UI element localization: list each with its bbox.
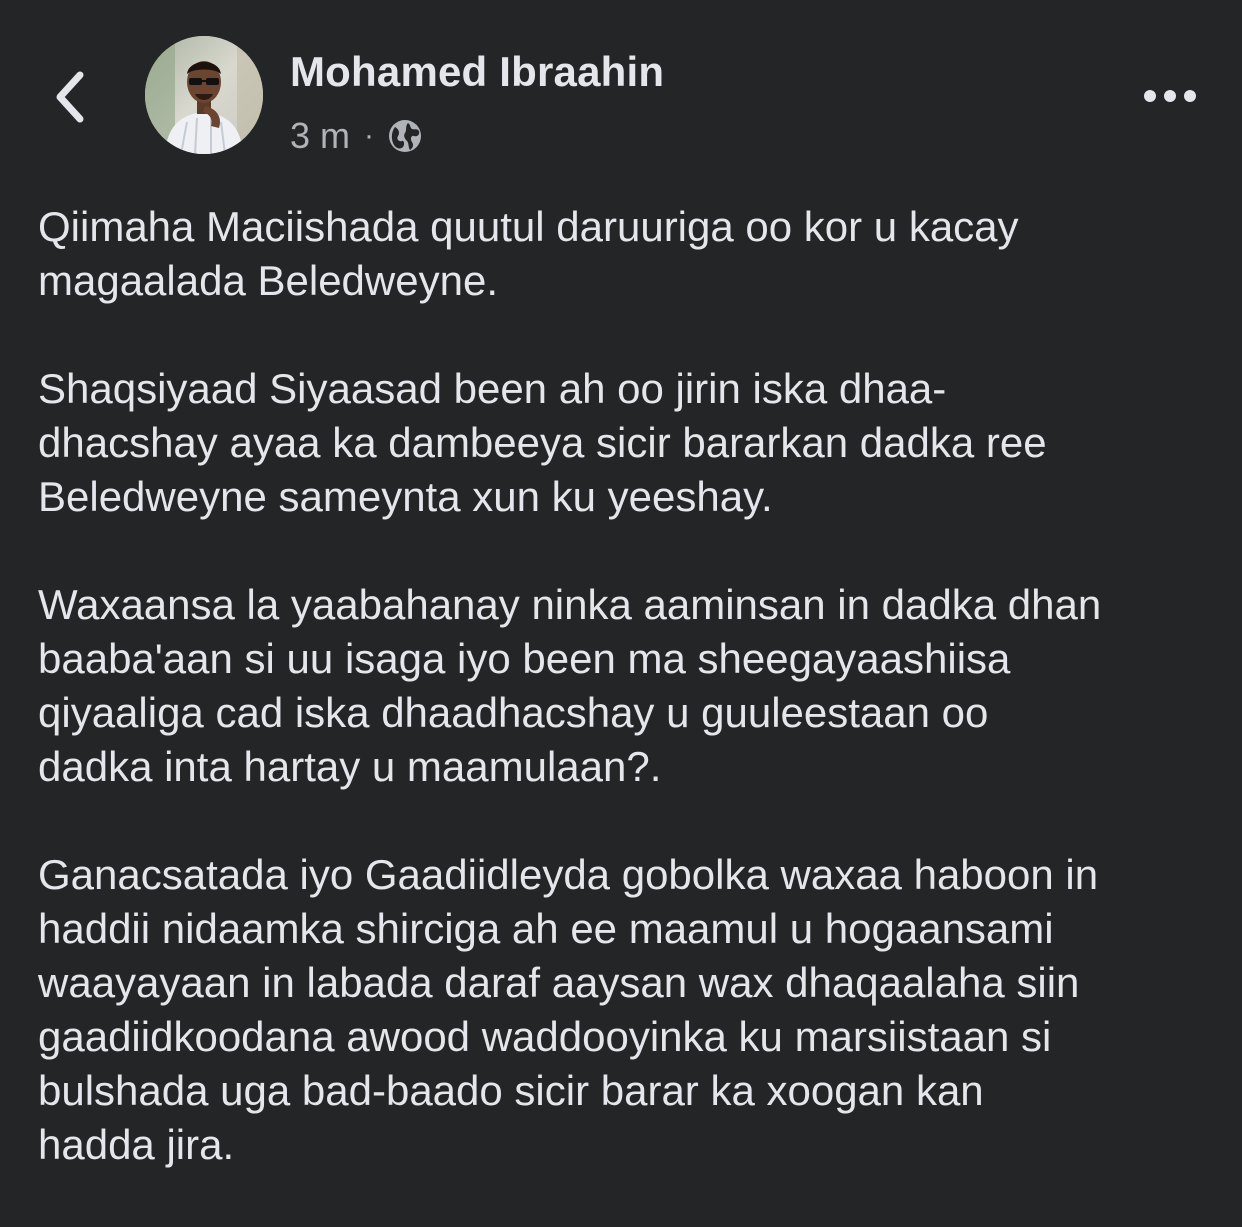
- post-paragraph-3: Waxaansa la yaabahanay ninka aaminsan in…: [38, 578, 1218, 794]
- post-paragraph-1: Qiimaha Maciishada quutul daruuriga oo k…: [38, 200, 1218, 308]
- post-text-line: gaadiidkoodana awood waddooyinka ku mars…: [38, 1013, 1052, 1060]
- back-button[interactable]: [40, 62, 100, 132]
- post-header: Mohamed Ibraahin 3 m ·: [0, 0, 1242, 180]
- avatar[interactable]: [145, 36, 263, 154]
- author-name[interactable]: Mohamed Ibraahin: [290, 48, 664, 96]
- post-text-line: magaalada Beledweyne.: [38, 257, 498, 304]
- avatar-photo: [145, 36, 263, 154]
- post-text-line: Shaqsiyaad Siyaasad been ah oo jirin isk…: [38, 365, 947, 412]
- post-text-line: Beledweyne sameynta xun ku yeeshay.: [38, 473, 773, 520]
- post-body: Qiimaha Maciishada quutul daruuriga oo k…: [38, 200, 1218, 1226]
- post-meta: 3 m ·: [290, 114, 424, 158]
- post-text-line: haddii nidaamka shirciga ah ee maamul u …: [38, 905, 1054, 952]
- post-text-line: qiyaaliga cad iska dhaadhacshay u guulee…: [38, 689, 989, 736]
- post-text-line: bulshada uga bad-baado sicir barar ka xo…: [38, 1067, 984, 1114]
- chevron-left-icon: [56, 71, 84, 123]
- meta-separator: ·: [364, 119, 375, 152]
- post-text-line: dadka inta hartay u maamulaan?.: [38, 743, 662, 790]
- post-text-line: Ganacsatada iyo Gaadiidleyda gobolka wax…: [38, 851, 1099, 898]
- post-text-line: baaba'aan si uu isaga iyo been ma sheega…: [38, 635, 1011, 682]
- more-options-button[interactable]: [1138, 76, 1202, 116]
- post-text-line: waayayaan in labada daraf aaysan wax dha…: [38, 959, 1080, 1006]
- globe-icon[interactable]: [386, 117, 424, 155]
- post-text-line: dhacshay ayaa ka dambeeya sicir bararkan…: [38, 419, 1047, 466]
- more-horizontal-icon: [1144, 90, 1196, 102]
- post-time[interactable]: 3 m: [290, 115, 350, 157]
- post-text-line: Qiimaha Maciishada quutul daruuriga oo k…: [38, 203, 1019, 250]
- post-paragraph-2: Shaqsiyaad Siyaasad been ah oo jirin isk…: [38, 362, 1218, 524]
- post-paragraph-4: Ganacsatada iyo Gaadiidleyda gobolka wax…: [38, 848, 1218, 1172]
- post-text-line: Waxaansa la yaabahanay ninka aaminsan in…: [38, 581, 1102, 628]
- post-text-line: hadda jira.: [38, 1121, 235, 1168]
